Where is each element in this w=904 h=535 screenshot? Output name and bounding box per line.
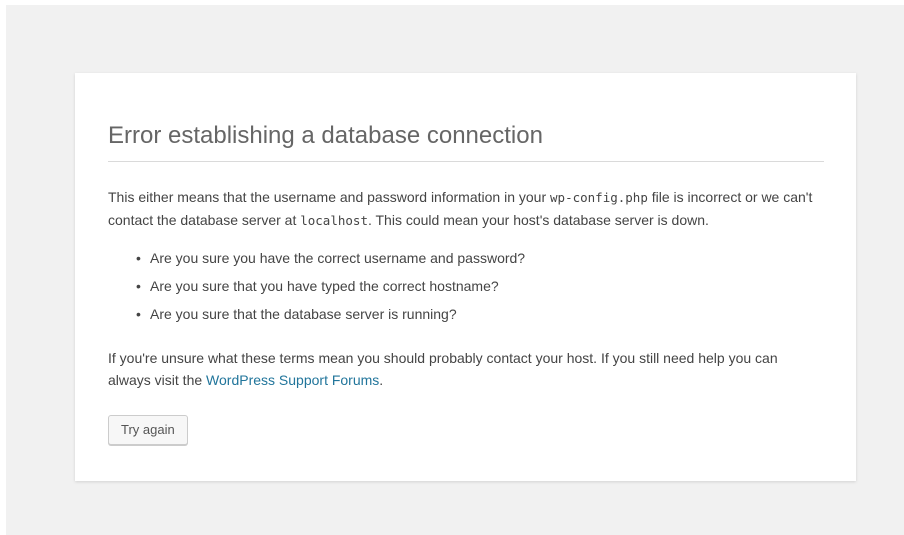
page-background: Error establishing a database connection… xyxy=(6,5,904,535)
bullet-icon: • xyxy=(136,278,141,294)
bullet-icon: • xyxy=(136,306,141,322)
list-item: • Are you sure that the database server i… xyxy=(136,305,824,324)
support-forums-link[interactable]: WordPress Support Forums xyxy=(206,372,379,388)
description-text-1: This either means that the username and … xyxy=(108,189,551,205)
db-host: localhost xyxy=(300,213,368,228)
list-item-text: Are you sure you have the correct userna… xyxy=(150,250,526,266)
error-card: Error establishing a database connection… xyxy=(75,73,856,481)
list-item: • Are you sure that you have typed the co… xyxy=(136,277,824,296)
help-text-2: . xyxy=(379,372,384,388)
error-description: This either means that the username and … xyxy=(108,186,824,232)
help-text: If you're unsure what these terms mean y… xyxy=(108,347,824,391)
bullet-icon: • xyxy=(136,250,141,266)
config-filename: wp-config.php xyxy=(550,190,648,205)
troubleshooting-list: • Are you sure you have the correct usern… xyxy=(108,249,824,324)
page-title: Error establishing a database connection xyxy=(108,121,824,162)
try-again-button[interactable]: Try again xyxy=(108,415,188,445)
list-item: • Are you sure you have the correct usern… xyxy=(136,249,824,268)
list-item-text: Are you sure that you have typed the cor… xyxy=(150,278,499,294)
list-item-text: Are you sure that the database server is… xyxy=(150,306,457,322)
description-text-3: . This could mean your host's database s… xyxy=(367,212,709,228)
